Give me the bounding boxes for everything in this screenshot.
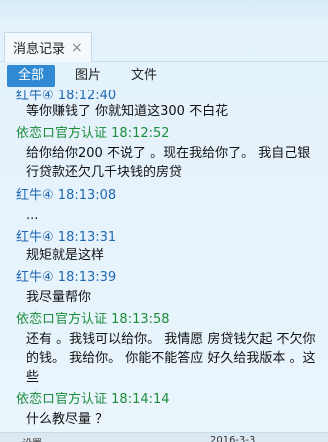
filter-bar: 全部 图片 文件 [0,62,328,90]
trash-icon[interactable] [98,435,108,442]
message-text: ... [26,208,39,223]
calendar-icon[interactable] [192,435,202,442]
message-text: 规矩就是这样 [26,248,105,263]
chat-history-window: 消息记录 × 全部 图片 文件 红牛④ 18:12:40 等你赚钱了 你就知道这… [0,0,328,442]
gear-icon[interactable] [8,435,18,442]
tab-message-history[interactable]: 消息记录 × [4,32,92,62]
top-strip [0,0,328,28]
settings-button[interactable]: 设置 [22,435,42,442]
message-sender: 红牛④ 18:13:39 [16,270,117,285]
tab-bar: 消息记录 × [0,28,328,62]
message-text: 我尽量帮你 [26,290,92,305]
message-sender: 红牛④ 18:13:08 [16,188,117,203]
message-sender: 依恋ロ官方认证 18:13:58 [16,312,170,327]
message-sender: 依恋ロ官方认证 18:12:52 [16,126,170,141]
tab-label: 消息记录 [13,42,66,57]
filter-images[interactable]: 图片 [64,65,112,87]
message-history: 红牛④ 18:12:40 等你赚钱了 你就知道这300 不白花 依恋ロ官方认证 … [0,90,328,432]
arrow-icon[interactable] [290,435,300,442]
filter-all[interactable]: 全部 [7,65,55,87]
date-field[interactable]: 2016-3-3 [210,435,255,442]
close-icon[interactable]: × [71,40,83,56]
filter-files[interactable]: 文件 [118,65,170,87]
message-sender: 红牛④ 18:13:31 [16,230,117,245]
message-sender: 依恋ロ官方认证 18:14:14 [16,392,170,407]
message-text: 什么教尽量 ？ [26,412,109,427]
message-text: 等你赚钱了 你就知道这300 不白花 [26,104,229,119]
message-text: 给你给你200 不说了 。现在我给你了。 我自己银行贷款还欠几千块钱的房贷 [26,146,311,180]
message-text: 还有 。我钱可以给你。 我情愿 房贷钱欠起 不欠你的钱。 我给你。 你能不能答应… [26,332,316,385]
bottom-toolbar: 设置 2016-3-3 [0,432,328,442]
